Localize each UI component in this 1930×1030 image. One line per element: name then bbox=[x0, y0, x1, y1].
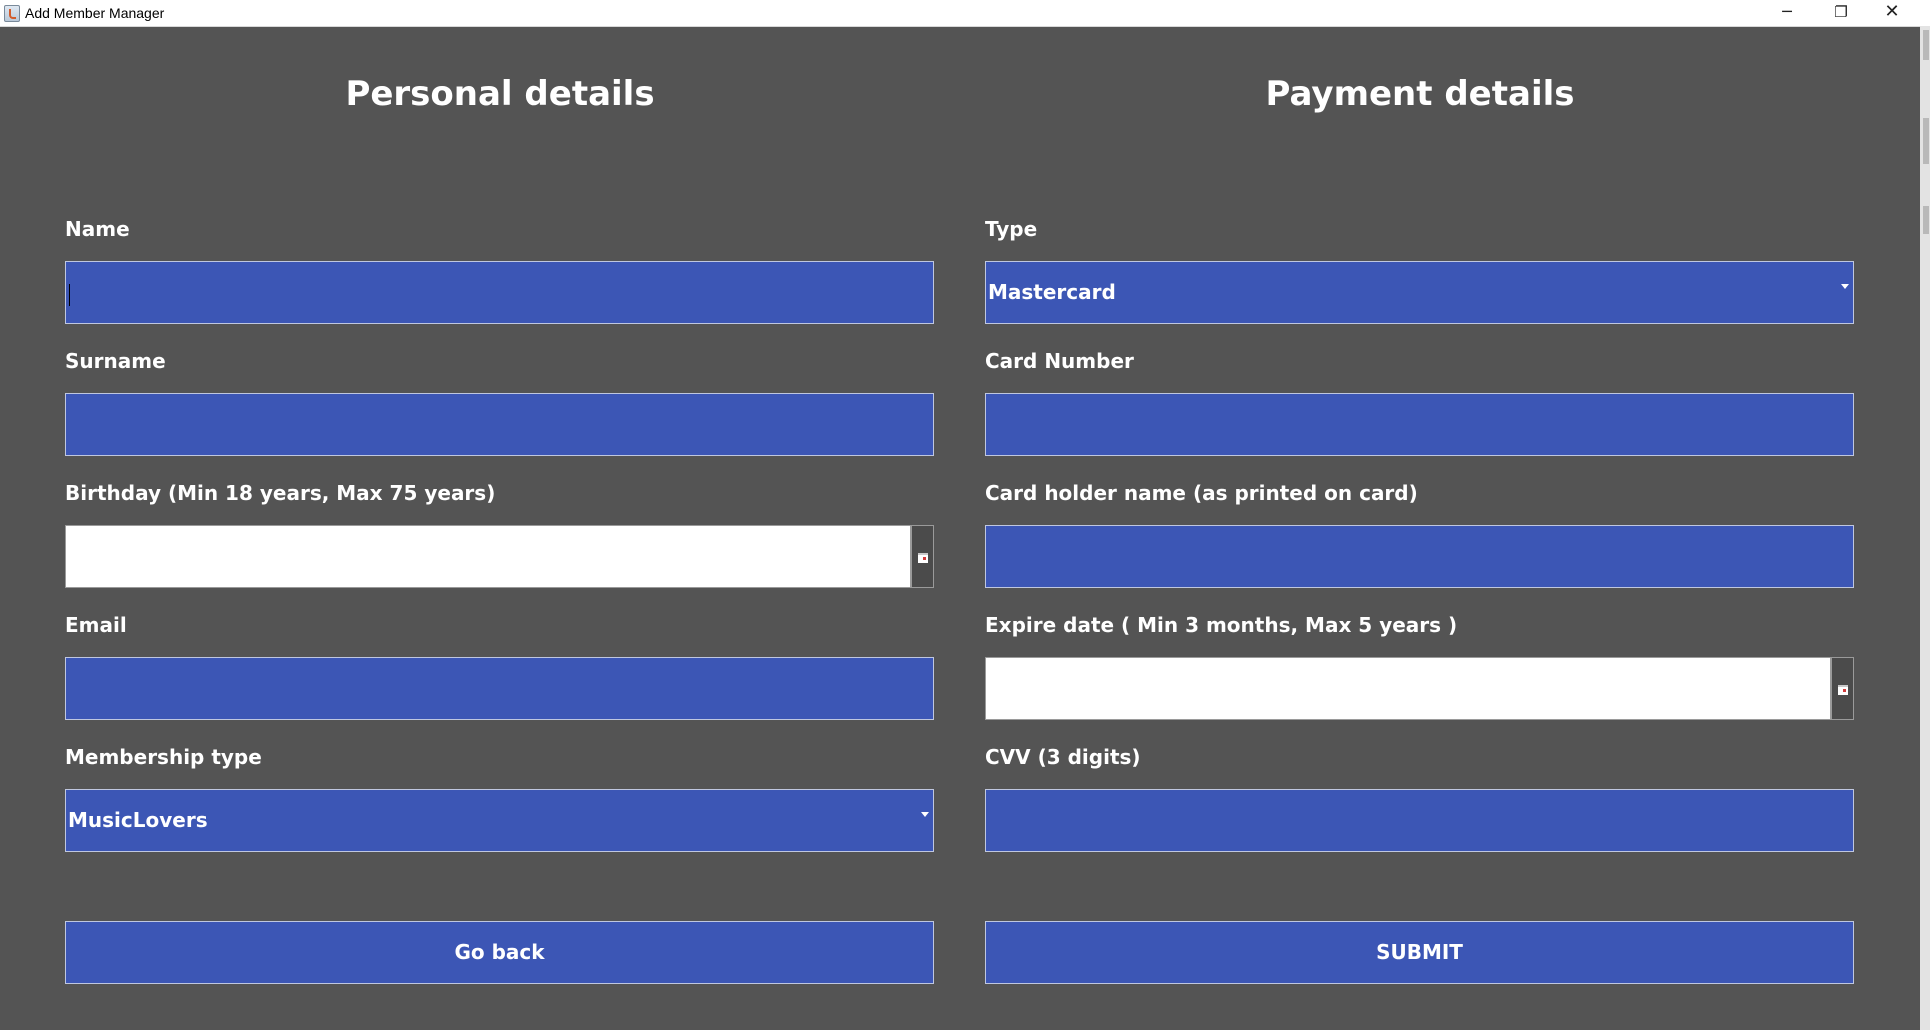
personal-details-heading: Personal details bbox=[345, 74, 655, 114]
calendar-icon bbox=[918, 553, 928, 563]
calendar-icon bbox=[1838, 685, 1848, 695]
card-type-select[interactable]: Mastercard bbox=[985, 261, 1854, 324]
card-number-label: Card Number bbox=[985, 349, 1134, 373]
window-title: Add Member Manager bbox=[25, 5, 165, 21]
cvv-label: CVV (3 digits) bbox=[985, 745, 1141, 769]
text-caret bbox=[69, 284, 70, 306]
card-type-label: Type bbox=[985, 217, 1038, 241]
membership-type-select[interactable]: MusicLovers bbox=[65, 789, 934, 852]
birthday-calendar-button[interactable] bbox=[911, 525, 934, 588]
close-icon[interactable]: ✕ bbox=[1869, 0, 1915, 26]
maximize-icon[interactable]: ❐ bbox=[1818, 0, 1864, 26]
card-holder-label: Card holder name (as printed on card) bbox=[985, 481, 1418, 505]
cvv-input[interactable] bbox=[985, 789, 1854, 852]
surname-input[interactable] bbox=[65, 393, 934, 456]
window-edge-scrollbar bbox=[1920, 26, 1930, 1030]
surname-label: Surname bbox=[65, 349, 166, 373]
minimize-icon[interactable]: ─ bbox=[1764, 0, 1810, 26]
name-label: Name bbox=[65, 217, 130, 241]
go-back-button[interactable]: Go back bbox=[65, 921, 934, 984]
expire-calendar-button[interactable] bbox=[1831, 657, 1854, 720]
birthday-date-input[interactable] bbox=[65, 525, 911, 588]
expire-date-input[interactable] bbox=[985, 657, 1831, 720]
membership-type-label: Membership type bbox=[65, 745, 262, 769]
card-holder-input[interactable] bbox=[985, 525, 1854, 588]
card-number-input[interactable] bbox=[985, 393, 1854, 456]
birthday-label: Birthday (Min 18 years, Max 75 years) bbox=[65, 481, 496, 505]
window-titlebar: Add Member Manager ─ ❐ ✕ bbox=[0, 0, 1930, 27]
card-type-value: Mastercard bbox=[988, 280, 1116, 304]
submit-button[interactable]: SUBMIT bbox=[985, 921, 1854, 984]
chevron-down-icon bbox=[921, 812, 929, 817]
email-input[interactable] bbox=[65, 657, 934, 720]
payment-details-heading: Payment details bbox=[1265, 74, 1575, 114]
chevron-down-icon bbox=[1841, 284, 1849, 289]
membership-type-value: MusicLovers bbox=[68, 808, 208, 832]
name-input[interactable] bbox=[65, 261, 934, 324]
app-icon bbox=[4, 5, 20, 22]
email-label: Email bbox=[65, 613, 127, 637]
expire-date-label: Expire date ( Min 3 months, Max 5 years … bbox=[985, 613, 1458, 637]
